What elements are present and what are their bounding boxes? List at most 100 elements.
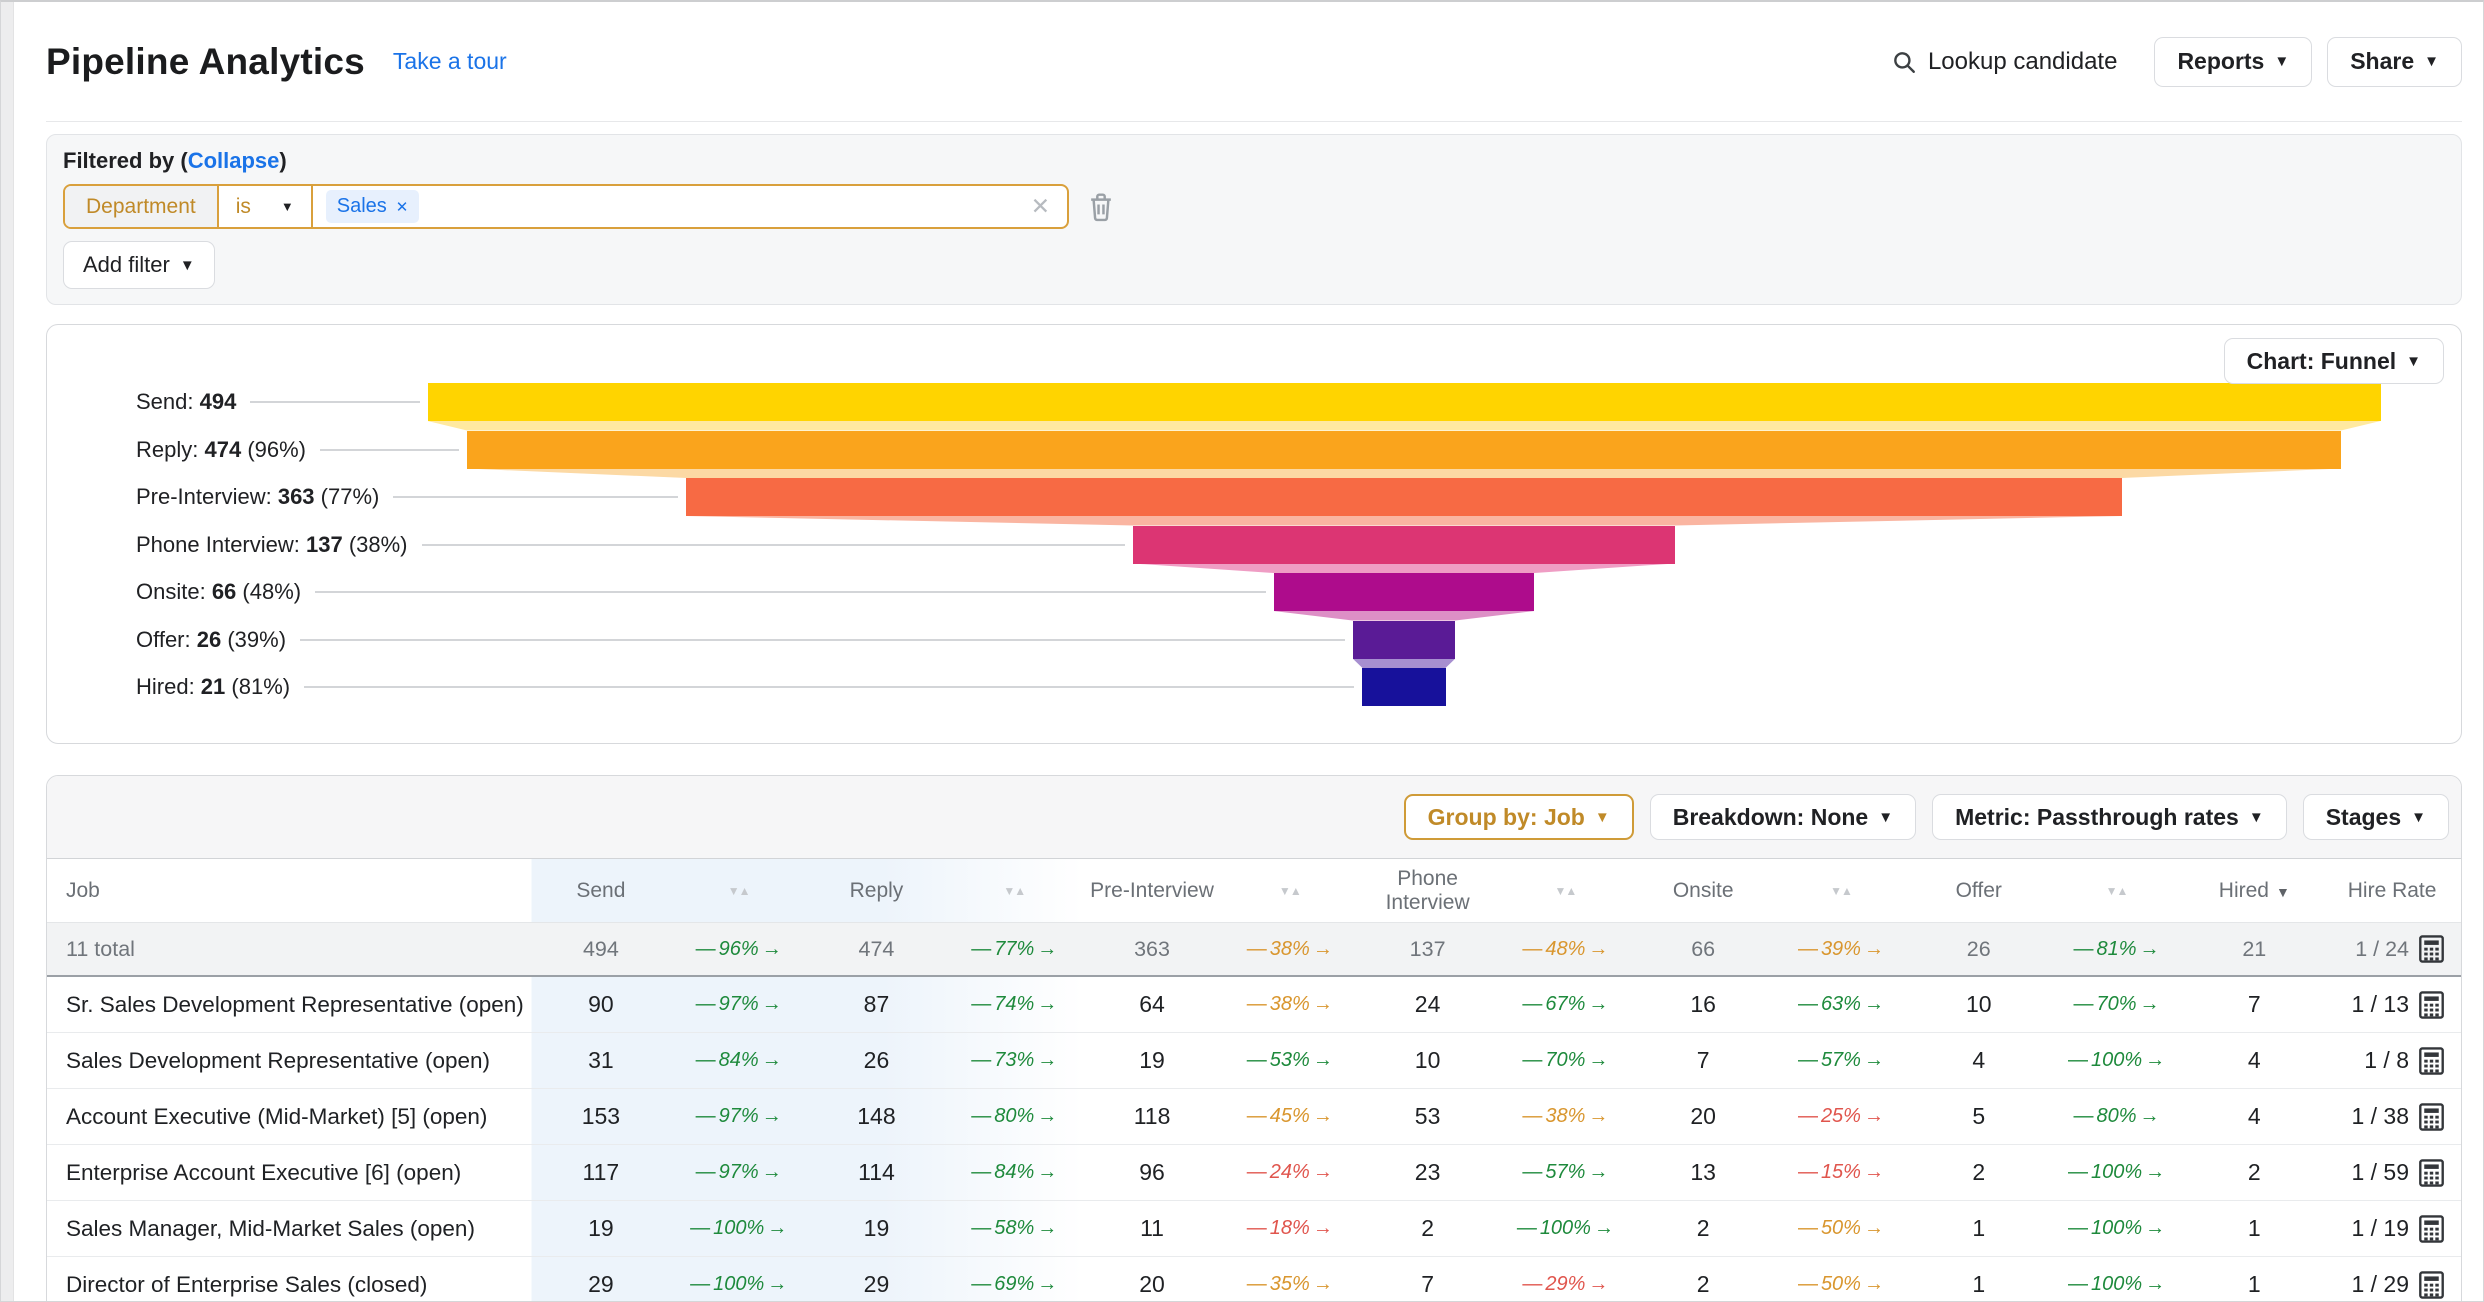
job-cell[interactable]: Sr. Sales Development Representative (op… — [47, 992, 532, 1018]
sort-icons[interactable]: ▼▲ — [670, 884, 808, 898]
table-header-row: JobSend▼▲Reply▼▲Pre-Interview▼▲Phone Int… — [47, 859, 2461, 923]
sort-asc-icon[interactable]: ▲ — [1841, 884, 1852, 898]
calculator-icon[interactable] — [2418, 935, 2445, 964]
sort-desc-icon[interactable]: ▼ — [1830, 884, 1841, 898]
funnel-bar-pre-interview[interactable] — [686, 478, 2121, 516]
column-header-send[interactable]: Send — [532, 879, 670, 903]
lookup-candidate-button[interactable]: Lookup candidate — [1891, 48, 2118, 76]
filter-value-input[interactable]: Sales ✕ ✕ — [313, 186, 1067, 227]
funnel-label: Reply: 474 (96%) — [136, 431, 306, 469]
clear-filter-icon[interactable]: ✕ — [1031, 193, 1050, 220]
table-row[interactable]: Sales Manager, Mid-Market Sales (open)19… — [47, 1201, 2461, 1257]
passthrough-rate: —38%→ — [1221, 993, 1359, 1016]
table-total-row[interactable]: 11 total494—96%→474—77%→363—38%→137—48%→… — [47, 923, 2461, 977]
sort-asc-icon[interactable]: ▲ — [1565, 884, 1576, 898]
table-row[interactable]: Sales Development Representative (open)3… — [47, 1033, 2461, 1089]
sort-desc-icon[interactable]: ▼ — [728, 884, 739, 898]
stage-count: 29 — [532, 1271, 670, 1298]
passthrough-rate: —80%→ — [2048, 1105, 2186, 1128]
trash-icon[interactable] — [1086, 191, 1116, 223]
stage-count: 13 — [1634, 1159, 1772, 1186]
funnel-label: Send: 494 — [136, 383, 236, 421]
funnel-bar-hired[interactable] — [1362, 668, 1445, 706]
sort-desc-icon[interactable]: ▼ — [2106, 884, 2117, 898]
table-row[interactable]: Enterprise Account Executive [6] (open) 1… — [47, 1145, 2461, 1201]
chip-remove-icon[interactable]: ✕ — [396, 198, 409, 216]
passthrough-rate: —50%→ — [1772, 1217, 1910, 1240]
calculator-icon[interactable] — [2418, 1214, 2445, 1243]
funnel-bar-offer[interactable] — [1353, 621, 1456, 659]
caret-down-icon: ▼ — [180, 258, 195, 273]
sort-icons[interactable]: ▼▲ — [1221, 884, 1359, 898]
funnel-leader-line — [250, 401, 420, 403]
top-bar: Pipeline Analytics Take a tour Lookup ca… — [46, 2, 2462, 122]
job-cell[interactable]: Sales Development Representative (open) — [47, 1048, 532, 1074]
filter-operator-select[interactable]: is ▼ — [219, 186, 313, 227]
stages-button[interactable]: Stages ▼ — [2303, 794, 2449, 840]
stage-count: 53 — [1359, 1103, 1497, 1130]
funnel-bar-send[interactable] — [428, 383, 2381, 421]
funnel-bar-onsite[interactable] — [1274, 573, 1535, 611]
job-cell[interactable]: Enterprise Account Executive [6] (open) — [47, 1160, 532, 1186]
sort-icons[interactable]: ▼▲ — [2048, 884, 2186, 898]
sort-desc-icon[interactable]: ▼ — [1279, 884, 1290, 898]
sort-asc-icon[interactable]: ▲ — [739, 884, 750, 898]
sort-icons[interactable]: ▼▲ — [1497, 884, 1635, 898]
sort-asc-icon[interactable]: ▲ — [1290, 884, 1301, 898]
column-header-phone-interview[interactable]: Phone Interview — [1359, 867, 1497, 915]
table-row[interactable]: Account Executive (Mid-Market) [5] (open… — [47, 1089, 2461, 1145]
filter-field-select[interactable]: Department — [65, 186, 219, 227]
calculator-icon[interactable] — [2418, 1102, 2445, 1131]
chart-type-button[interactable]: Chart: Funnel ▼ — [2224, 338, 2444, 384]
collapse-link[interactable]: Collapse — [188, 148, 280, 173]
job-cell[interactable]: Account Executive (Mid-Market) [5] (open… — [47, 1104, 532, 1130]
table-row[interactable]: Sr. Sales Development Representative (op… — [47, 977, 2461, 1033]
column-header-pre-interview[interactable]: Pre-Interview — [1083, 879, 1221, 903]
funnel-bar-reply[interactable] — [467, 431, 2341, 469]
take-a-tour-link[interactable]: Take a tour — [393, 48, 507, 75]
metric-button[interactable]: Metric: Passthrough rates ▼ — [1932, 794, 2287, 840]
sort-icons[interactable]: ▼▲ — [1772, 884, 1910, 898]
column-header-job[interactable]: Job — [47, 879, 532, 903]
breakdown-label: Breakdown: None — [1673, 804, 1869, 831]
funnel-bar-phone-interview[interactable] — [1133, 526, 1675, 564]
calculator-icon[interactable] — [2418, 990, 2445, 1019]
stage-count: 2 — [2185, 1159, 2323, 1186]
sort-desc-active-icon[interactable]: ▼ — [2276, 884, 2290, 900]
group-by-button[interactable]: Group by: Job ▼ — [1404, 794, 1634, 840]
stage-count: 2 — [1910, 1159, 2048, 1186]
column-header-onsite[interactable]: Onsite — [1634, 879, 1772, 903]
stage-count: 7 — [1634, 1047, 1772, 1074]
calculator-icon[interactable] — [2418, 1158, 2445, 1187]
funnel-leader-line — [422, 544, 1125, 546]
funnel-connector — [467, 469, 2341, 479]
calculator-icon[interactable] — [2418, 1270, 2445, 1299]
funnel-leader-line — [320, 449, 459, 451]
column-header-hire-rate[interactable]: Hire Rate — [2323, 879, 2461, 903]
stage-count: 90 — [532, 991, 670, 1018]
metric-label: Metric: Passthrough rates — [1955, 804, 2239, 831]
filter-operator-label: is — [236, 195, 251, 219]
reports-button[interactable]: Reports ▼ — [2154, 37, 2312, 87]
job-cell[interactable]: Director of Enterprise Sales (closed) — [47, 1272, 532, 1298]
breakdown-button[interactable]: Breakdown: None ▼ — [1650, 794, 1916, 840]
caret-down-icon: ▼ — [2249, 810, 2264, 825]
passthrough-rate: —97%→ — [670, 1161, 808, 1184]
share-button[interactable]: Share ▼ — [2327, 37, 2462, 87]
sort-asc-icon[interactable]: ▲ — [2117, 884, 2128, 898]
passthrough-rate: —29%→ — [1497, 1273, 1635, 1296]
job-cell[interactable]: Sales Manager, Mid-Market Sales (open) — [47, 1216, 532, 1242]
calculator-icon[interactable] — [2418, 1046, 2445, 1075]
column-header-hired[interactable]: Hired▼ — [2185, 879, 2323, 903]
sort-desc-icon[interactable]: ▼ — [1003, 884, 1014, 898]
sort-icons[interactable]: ▼▲ — [945, 884, 1083, 898]
caret-down-icon: ▼ — [2424, 54, 2439, 69]
pipeline-table-panel: Group by: Job ▼ Breakdown: None ▼ Metric… — [46, 775, 2462, 1302]
sort-asc-icon[interactable]: ▲ — [1014, 884, 1025, 898]
add-filter-button[interactable]: Add filter ▼ — [63, 241, 215, 289]
column-header-offer[interactable]: Offer — [1910, 879, 2048, 903]
table-row[interactable]: Director of Enterprise Sales (closed)29 —… — [47, 1257, 2461, 1302]
passthrough-rate: —57%→ — [1772, 1049, 1910, 1072]
sort-desc-icon[interactable]: ▼ — [1555, 884, 1566, 898]
column-header-reply[interactable]: Reply — [808, 879, 946, 903]
